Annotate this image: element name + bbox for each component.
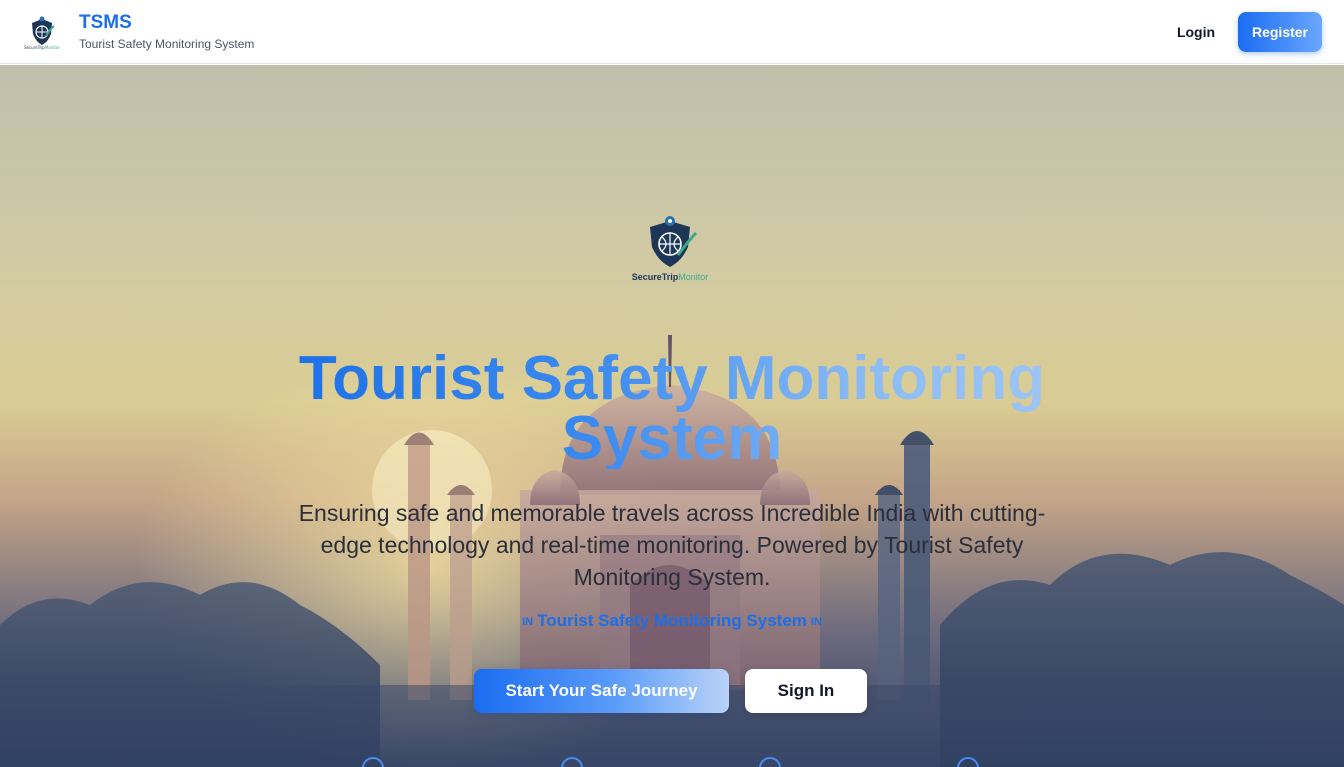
brand-text: TSMS Tourist Safety Monitoring System xyxy=(79,12,254,51)
brand-name[interactable]: TSMS xyxy=(79,12,254,34)
hero-logo-wordmark: SecureTripMonitor xyxy=(600,272,740,282)
hero-title: Tourist Safety Monitoring System xyxy=(272,348,1072,470)
svg-text:SecureTripMonitor: SecureTripMonitor xyxy=(24,45,60,50)
hero-logo-name-accent: Monitor xyxy=(678,272,709,282)
hero-description: Ensuring safe and memorable travels acro… xyxy=(298,500,1046,590)
hero-tagline: IN Tourist Safety Monitoring System IN xyxy=(372,611,972,631)
login-button[interactable]: Login xyxy=(1162,16,1230,48)
start-journey-button[interactable]: Start Your Safe Journey xyxy=(474,669,729,713)
hero-logo-name: SecureTrip xyxy=(631,272,679,282)
brand-logo-icon[interactable]: SecureTripMonitor xyxy=(24,14,60,50)
top-navigation-bar: SecureTripMonitor TSMS Tourist Safety Mo… xyxy=(0,0,1344,64)
india-flag-icon: IN xyxy=(522,615,534,628)
brand-subtitle: Tourist Safety Monitoring System xyxy=(79,37,255,51)
hero-section: SecureTripMonitor Tourist Safety Monitor… xyxy=(0,65,1344,767)
india-flag-icon: IN xyxy=(810,615,822,628)
register-button[interactable]: Register xyxy=(1238,12,1322,52)
hero-tagline-text: Tourist Safety Monitoring System xyxy=(537,611,807,630)
sign-in-button[interactable]: Sign In xyxy=(745,669,867,713)
